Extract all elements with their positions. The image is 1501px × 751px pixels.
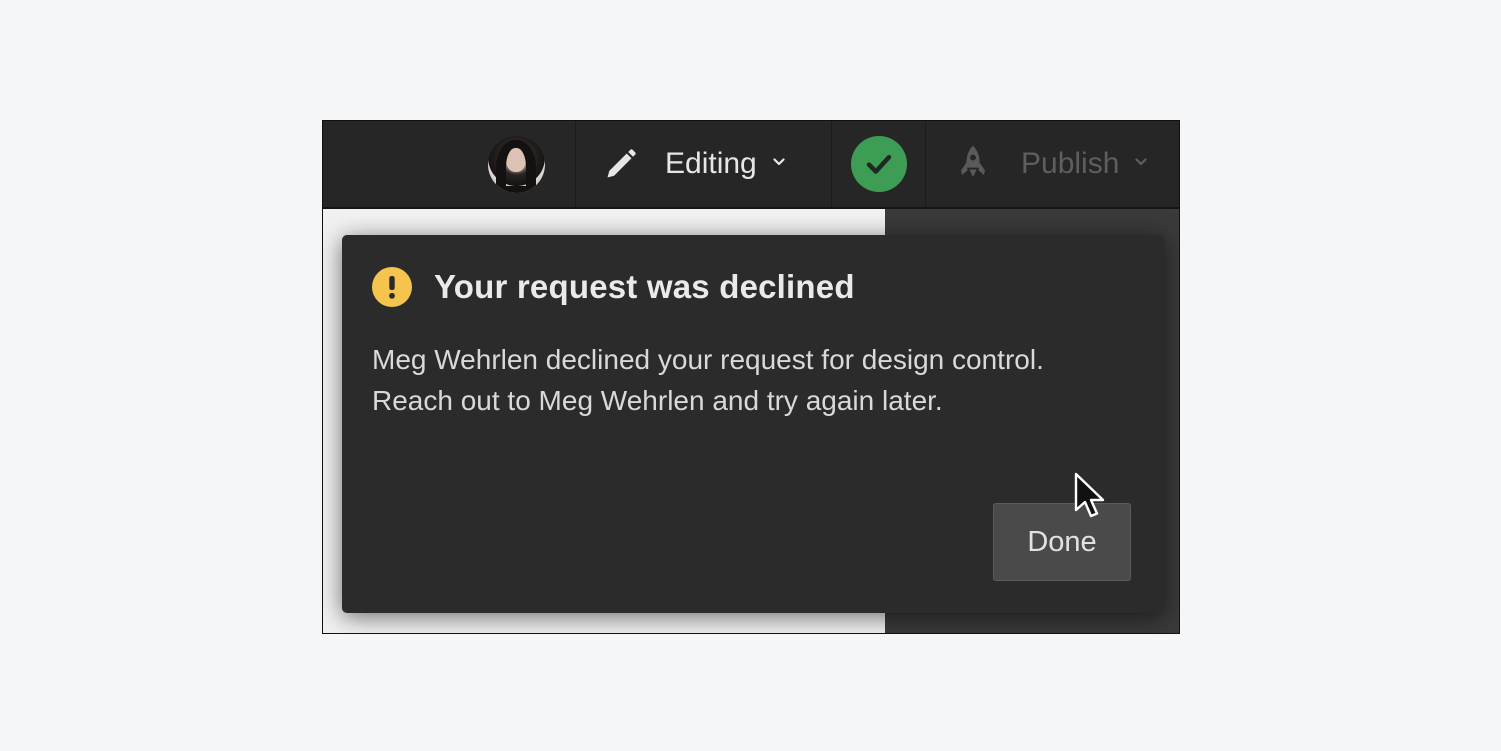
app-window: Editing Publish Your request was decline…	[322, 120, 1180, 634]
exclamation-glyph	[389, 276, 395, 299]
status-badge	[851, 136, 907, 192]
publish-label: Publish	[1021, 147, 1120, 180]
done-button[interactable]: Done	[993, 503, 1131, 581]
editing-mode-dropdown[interactable]: Editing	[577, 121, 827, 207]
declined-request-dialog: Your request was declined Meg Wehrlen de…	[342, 235, 1164, 613]
dialog-message: Meg Wehrlen declined your request for de…	[372, 344, 1044, 416]
warning-icon	[372, 267, 412, 307]
toolbar-divider	[575, 121, 576, 207]
dialog-header: Your request was declined	[372, 267, 855, 307]
chevron-down-icon	[773, 158, 785, 166]
sync-status-indicator[interactable]	[833, 121, 925, 207]
avatar	[487, 135, 545, 193]
check-icon	[866, 154, 892, 174]
mouse-cursor-icon	[1074, 472, 1105, 518]
user-avatar-button[interactable]	[486, 121, 546, 207]
dialog-title: Your request was declined	[434, 268, 855, 305]
top-toolbar: Editing Publish	[323, 121, 1179, 209]
publish-dropdown[interactable]: Publish	[927, 121, 1179, 207]
pencil-icon	[607, 149, 636, 178]
editing-label: Editing	[665, 147, 757, 180]
toolbar-divider	[925, 121, 926, 207]
chevron-down-icon	[1135, 158, 1148, 166]
rocket-icon	[961, 145, 985, 177]
toolbar-divider	[831, 121, 832, 207]
